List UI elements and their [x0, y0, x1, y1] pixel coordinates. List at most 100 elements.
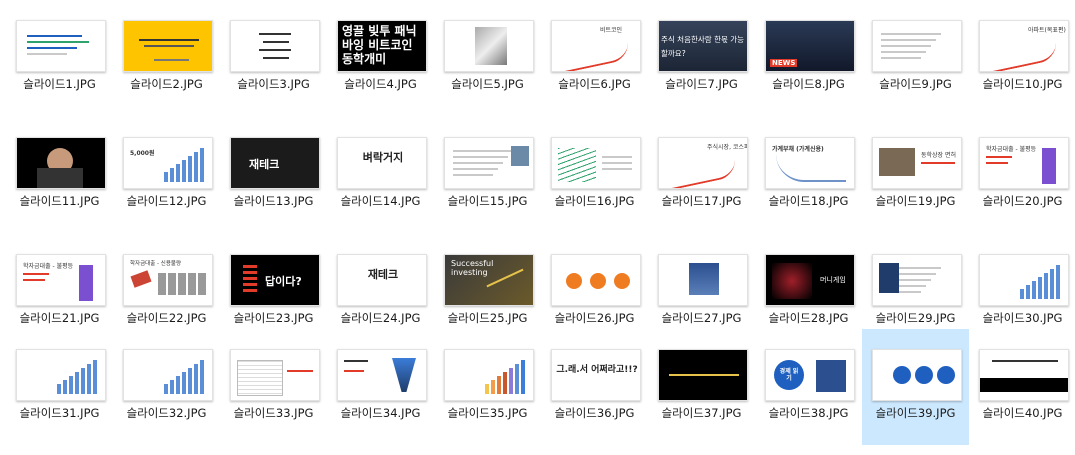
file-item[interactable]: 슬라이드34.JPG [327, 329, 434, 445]
thumb-part [453, 162, 503, 164]
file-item[interactable]: 비트코인 슬라이드6.JPG [541, 0, 648, 116]
file-item[interactable]: 경제 읽기슬라이드38.JPG [755, 329, 862, 445]
file-thumbnail: NEWS [765, 20, 855, 72]
chart-bar [182, 372, 186, 394]
file-item[interactable]: 슬라이드39.JPG [862, 329, 969, 445]
file-name-label: 슬라이드33.JPG [233, 406, 314, 420]
thumb-part [602, 162, 632, 164]
thumb-text: 주식 처음한사람 한몫 가능할까요? [661, 35, 745, 58]
chart-bar [200, 360, 204, 394]
file-item[interactable]: NEWS 슬라이드8.JPG [755, 0, 862, 116]
file-item[interactable]: 슬라이드37.JPG [648, 329, 755, 445]
file-item[interactable]: 재테크 슬라이드13.JPG [220, 117, 327, 233]
file-name-label: 슬라이드24.JPG [340, 311, 421, 325]
file-item[interactable]: 주식시장, 코스피 슬라이드17.JPG [648, 117, 755, 233]
file-item[interactable]: 슬라이드2.JPG [113, 0, 220, 116]
file-thumbnail [872, 254, 962, 306]
chart-bar [1050, 269, 1054, 299]
file-item[interactable]: 슬라이드9.JPG [862, 0, 969, 116]
file-item[interactable]: 슬라이드33.JPG [220, 329, 327, 445]
file-item[interactable]: 슬라이드11.JPG [6, 117, 113, 233]
circle-shape [614, 273, 630, 289]
chart-bar [164, 384, 168, 394]
chart-bar [1032, 281, 1036, 299]
chart-bar [1038, 277, 1042, 299]
thumb-part [23, 273, 49, 275]
chart-bar [176, 164, 180, 182]
thumb-part [263, 57, 289, 59]
circle-shape [893, 366, 911, 384]
file-thumbnail: 학자금대출 - 불평등 [979, 137, 1069, 189]
file-thumbnail [16, 349, 106, 401]
chart-bar [69, 376, 73, 394]
chart-bar [188, 368, 192, 394]
thumb-part [23, 279, 45, 281]
file-item[interactable]: 슬라이드5.JPG [434, 0, 541, 116]
file-item[interactable]: 그.래.서 어쩌라고!!? 슬라이드36.JPG [541, 329, 648, 445]
file-name-label: 슬라이드30.JPG [982, 311, 1063, 325]
file-thumbnail [979, 349, 1069, 401]
thumb-text: 학자금대출 - 불평등 [986, 146, 1037, 153]
thumb-text: 학자금대출 - 불평등 [23, 263, 74, 270]
file-item[interactable]: 벼락거지 슬라이드14.JPG [327, 117, 434, 233]
file-item[interactable]: 5,000원 슬라이드12.JPG [113, 117, 220, 233]
thumb-part [980, 378, 1068, 392]
file-thumbnail [444, 137, 534, 189]
file-thumbnail [872, 20, 962, 72]
file-name-label: 슬라이드23.JPG [233, 311, 314, 325]
file-thumbnail [872, 349, 962, 401]
thumb-part [178, 273, 186, 295]
file-name-label: 슬라이드25.JPG [447, 311, 528, 325]
file-thumbnail [123, 20, 213, 72]
chart-bar [521, 360, 525, 394]
file-item[interactable]: 슬라이드3.JPG [220, 0, 327, 116]
file-item[interactable]: 슬라이드32.JPG [113, 329, 220, 445]
file-thumbnail: 주식 처음한사람 한몫 가능할까요? [658, 20, 748, 72]
file-name-label: 슬라이드37.JPG [661, 406, 742, 420]
thumb-part [992, 360, 1058, 362]
thumb-part [511, 146, 529, 166]
file-item[interactable]: 학자금대출 - 불평등 슬라이드20.JPG [969, 117, 1075, 233]
thumb-part [287, 370, 313, 372]
file-item[interactable]: 슬라이드15.JPG [434, 117, 541, 233]
chart-bar [170, 380, 174, 394]
thumb-part [986, 43, 1056, 71]
file-thumbnail: 주식시장, 코스피 [658, 137, 748, 189]
chart-bar [87, 364, 91, 394]
thumb-part [188, 273, 196, 295]
file-item[interactable]: 영끌 빚투 패닉바잉 비트코인 동학개미 슬라이드4.JPG [327, 0, 434, 116]
file-name-label: 슬라이드22.JPG [126, 311, 207, 325]
thumb-text: 5,000원 [130, 150, 155, 157]
thumb-text: 비트코인 [600, 27, 623, 34]
chart-bar [176, 376, 180, 394]
thumb-text: 벼락거지 [362, 151, 404, 164]
file-item[interactable]: 주식 처음한사람 한몫 가능할까요? 슬라이드7.JPG [648, 0, 755, 116]
thumb-text: NEWS [770, 59, 798, 67]
thumb-part [602, 168, 632, 170]
file-thumbnail: 경제 읽기 [765, 349, 855, 401]
thumb-part [144, 45, 194, 47]
chart-bar [1026, 285, 1030, 299]
chart-bar [1020, 289, 1024, 299]
chart-bar [1056, 265, 1060, 299]
file-thumbnail: 학자금대출 - 불평등 [16, 254, 106, 306]
file-item[interactable]: 가계부채 (가계신용) 슬라이드18.JPG [755, 117, 862, 233]
thumb-text: 그.래.서 어쩌라고!!? [556, 365, 638, 375]
file-name-label: 슬라이드38.JPG [768, 406, 849, 420]
circle-shape [915, 366, 933, 384]
file-item[interactable]: 아파트(목표편) 슬라이드10.JPG [969, 0, 1075, 116]
file-name-label: 슬라이드8.JPG [772, 77, 845, 91]
file-name-label: 슬라이드26.JPG [554, 311, 635, 325]
chart-bar [497, 376, 501, 394]
chart-bar [485, 384, 489, 394]
file-item[interactable]: 슬라이드31.JPG [6, 329, 113, 445]
file-item[interactable]: 슬라이드16.JPG [541, 117, 648, 233]
file-thumbnail: 재테크 [337, 254, 427, 306]
file-item[interactable]: 슬라이드1.JPG [6, 0, 113, 116]
thumb-part [921, 162, 955, 164]
file-item[interactable]: 슬라이드35.JPG [434, 329, 541, 445]
file-item[interactable]: 슬라이드40.JPG [969, 329, 1075, 445]
chart-bar [1044, 273, 1048, 299]
file-item[interactable]: 동학상장 면허 슬라이드19.JPG [862, 117, 969, 233]
chart-bar [57, 384, 61, 394]
